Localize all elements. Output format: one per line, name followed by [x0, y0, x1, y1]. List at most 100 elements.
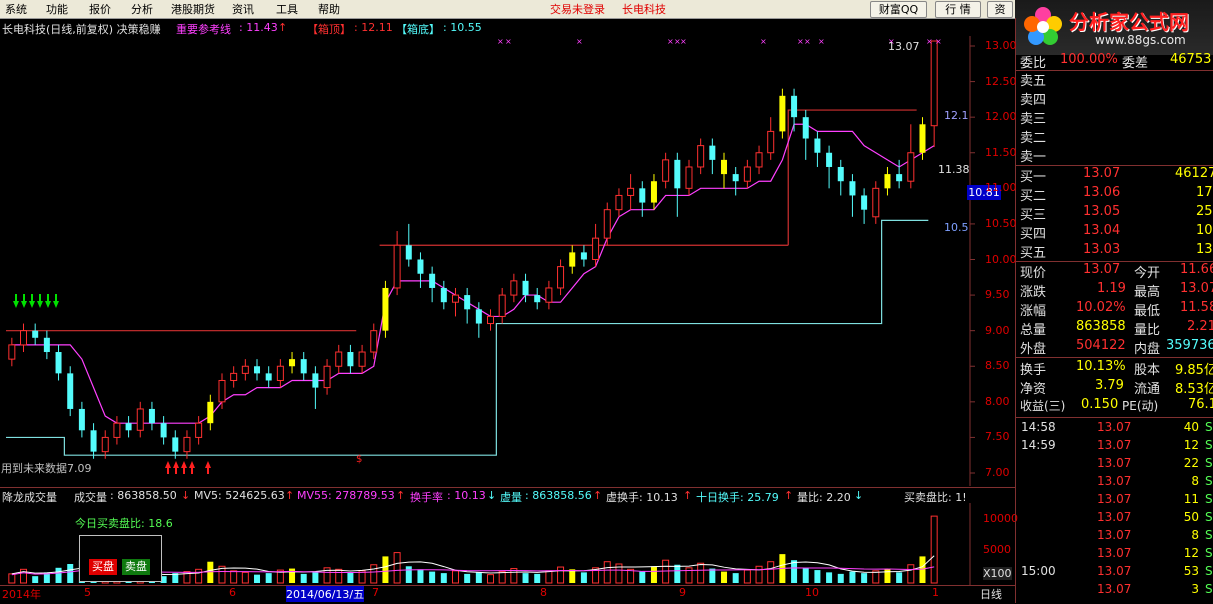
tick-row: 13.07 22 S [1020, 456, 1213, 474]
tick-row: 13.07 12 S [1020, 546, 1213, 564]
sell3-row: 卖三 [1020, 108, 1213, 127]
candle-body [183, 436, 191, 453]
volume-bar [8, 573, 16, 584]
buy4-row: 买四 13.04 103 [1020, 223, 1213, 242]
tick-side: S [1205, 510, 1213, 524]
menu-news[interactable]: 资讯 [232, 1, 254, 17]
volume-bar [826, 572, 833, 583]
future-data-note: 用到未来数据7.09 [1, 462, 92, 475]
stat-label-low: 最低 [1134, 304, 1161, 319]
volume-bar [475, 572, 482, 583]
tick-price: 13.07 [1097, 438, 1132, 452]
candle-body [791, 95, 798, 118]
stat-label-change: 涨跌 [1020, 285, 1047, 300]
info-button[interactable]: 资 [987, 1, 1013, 18]
order-diff-label: 委差 [1122, 56, 1149, 71]
menu-analysis[interactable]: 分析 [131, 1, 153, 17]
candle-body [569, 252, 576, 267]
sell4-row: 卖四 [1020, 89, 1213, 108]
volume-bar [627, 568, 635, 584]
candle-body [896, 174, 903, 182]
volume-bar [55, 567, 62, 583]
stat-label-volratio: 量比 [1134, 323, 1161, 338]
stat-row-volume: 总量 863858 量比 2.21 [1020, 319, 1213, 338]
buy2-label: 买二 [1020, 189, 1047, 204]
buy3-label: 买三 [1020, 208, 1047, 223]
stat-label-volume: 总量 [1020, 323, 1047, 338]
signal-marker-icon: × [760, 37, 767, 46]
stat-row-price: 现价 13.07 今开 11.66 [1020, 262, 1213, 281]
stat-label-netasset: 净资 [1020, 382, 1047, 397]
tick-volume: 12 [1183, 438, 1199, 452]
candle-body [779, 95, 786, 132]
stat-row-outer: 外盘 504122 内盘 359736 [1020, 338, 1213, 357]
chart-title: 长电科技(日线,前复权) 决策稳赚 [2, 23, 161, 36]
stat-value-capital: 9.85亿 [1175, 363, 1213, 378]
wealth-qq-button[interactable]: 财富QQ [870, 1, 927, 18]
stat-label-capital: 股本 [1134, 363, 1161, 378]
buy5-row: 买五 13.03 131 [1020, 242, 1213, 261]
candle-body [254, 366, 261, 374]
signal-marker-icon: × [667, 37, 674, 46]
vol-axis-5000: 5000 [983, 543, 1011, 556]
divider [1016, 357, 1213, 358]
stat-label-float: 流通 [1134, 382, 1161, 397]
stat-value-low: 11.58 [1180, 300, 1213, 315]
price-axis-label: 12.50 [985, 74, 1017, 88]
buy-signal-arrow-icon [165, 461, 171, 468]
candle-body [289, 359, 296, 367]
virtual-turnover-arrow-icon: ↑ [683, 489, 693, 502]
candle-body [241, 365, 249, 374]
candle-body [592, 237, 600, 260]
menu-help[interactable]: 帮助 [318, 1, 340, 17]
logo-brand-text: 分析家公式网 [1069, 10, 1189, 34]
stock-short-name: 长电科技 [622, 3, 666, 16]
candle-body [907, 152, 915, 182]
signal-marker-icon: × [804, 37, 811, 46]
buy1-price: 13.07 [1083, 166, 1121, 181]
ref-up-arrow-icon: ↑ [278, 21, 288, 34]
menu-tools[interactable]: 工具 [276, 1, 298, 17]
candle-body [20, 330, 28, 346]
bid-ask-box: 买盘 卖盘 [79, 535, 162, 582]
sell-signal-arrow-icon [37, 301, 43, 308]
chart-header: 长电科技(日线,前复权) 决策稳赚 重要参考线 : 11.43 ↑ 【箱顶】 :… [2, 21, 1012, 37]
vol-axis-scale: X100 [983, 567, 1012, 580]
tick-row: 13.07 50 S [1020, 510, 1213, 528]
candle-body [417, 259, 424, 274]
tick-side: S [1205, 456, 1213, 470]
period-daily[interactable]: 日线 [980, 586, 1002, 602]
volume-bar [230, 570, 238, 584]
price-axis-label: 7.50 [985, 430, 1010, 444]
volume-bar [498, 571, 506, 584]
menu-hk-futures[interactable]: 港股期货 [171, 1, 215, 17]
price-axis-label: 13.00 [985, 39, 1017, 52]
login-status[interactable]: 交易未登录 [550, 1, 605, 17]
price-chart[interactable]: × × × × × × × × × × × × ×$ [0, 36, 1015, 486]
stat-value-netasset: 3.79 [1095, 378, 1124, 393]
candle-body [767, 130, 775, 154]
candle-body [101, 436, 109, 453]
quote-button[interactable]: 行 情 [935, 1, 981, 18]
buy2-row: 买二 13.06 176 [1020, 185, 1213, 204]
candle-body [837, 166, 844, 182]
candle-body [323, 365, 331, 389]
volume-bar [557, 566, 565, 584]
candle-body [674, 159, 681, 189]
candle-body [919, 124, 926, 153]
sell5-label: 卖五 [1020, 74, 1047, 89]
menu-function[interactable]: 功能 [46, 1, 68, 17]
tick-volume: 22 [1183, 456, 1199, 470]
volume-bar [429, 571, 436, 583]
menu-quote[interactable]: 报价 [89, 1, 111, 17]
signal-marker-icon: × [935, 37, 942, 46]
menu-system[interactable]: 系统 [5, 1, 27, 17]
candle-body [382, 287, 389, 331]
box-top-value: : 12.11 [354, 21, 393, 34]
turnover-arrow-icon: ↓ [487, 489, 497, 502]
candle-body [487, 315, 495, 325]
candle-body [195, 422, 203, 438]
volume-bar [545, 570, 553, 584]
stat-value-outer: 504122 [1076, 338, 1126, 353]
candle-body [440, 287, 447, 303]
